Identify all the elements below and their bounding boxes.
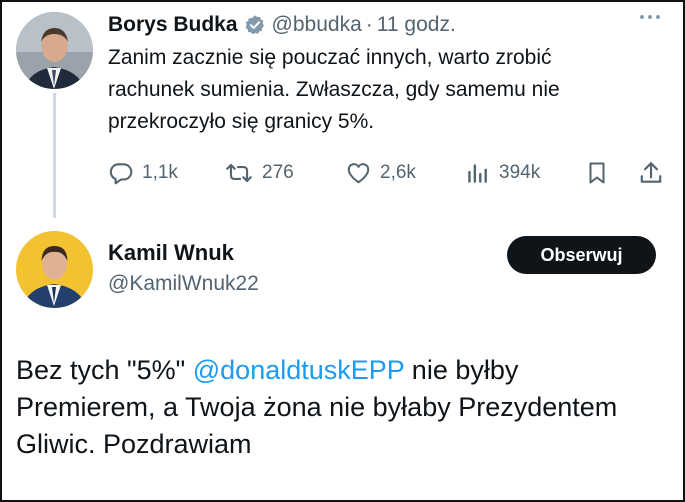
- follow-button[interactable]: Obserwuj: [507, 236, 656, 274]
- tweet2-text-before: Bez tych "5%": [16, 355, 193, 385]
- reply-icon: [108, 160, 134, 186]
- tweet1-text: Zanim zacznie się pouczać innych, warto …: [108, 46, 560, 133]
- separator-dot: ·: [365, 13, 373, 36]
- bookmark-button[interactable]: [585, 158, 609, 188]
- bookmark-icon: [585, 160, 609, 186]
- views-icon: [465, 160, 491, 186]
- verified-badge-icon: [244, 14, 266, 36]
- author-name[interactable]: Borys Budka: [108, 13, 238, 37]
- share-icon: [638, 160, 664, 186]
- like-count: 2,6k: [380, 162, 416, 183]
- like-icon: [345, 160, 372, 186]
- views-button[interactable]: 394k: [465, 158, 540, 188]
- tweet-timestamp[interactable]: 11 godz.: [377, 13, 456, 37]
- thread-connector-line: [53, 93, 56, 218]
- author-name[interactable]: Kamil Wnuk: [108, 240, 234, 266]
- retweet-button[interactable]: 276: [224, 158, 294, 188]
- reply-button[interactable]: 1,1k: [108, 158, 178, 188]
- reply-count: 1,1k: [142, 162, 178, 183]
- share-button[interactable]: [638, 158, 664, 188]
- tweet1-header: Borys Budka @bbudka · 11 godz.: [108, 11, 456, 39]
- views-count: 394k: [499, 162, 541, 183]
- mention-link[interactable]: @donaldtuskEPP: [193, 355, 405, 385]
- like-button[interactable]: 2,6k: [345, 158, 416, 188]
- retweet-count: 276: [262, 162, 294, 183]
- avatar-borys-budka[interactable]: [16, 12, 93, 89]
- avatar-kamil-wnuk[interactable]: [16, 231, 93, 308]
- author-handle[interactable]: @KamilWnuk22: [108, 272, 259, 296]
- more-icon[interactable]: [640, 15, 660, 19]
- author-handle[interactable]: @bbudka: [272, 13, 362, 37]
- retweet-icon: [224, 160, 254, 186]
- tweet2-text: Bez tych "5%" @donaldtuskEPP nie byłby P…: [16, 352, 656, 463]
- tweet1-action-bar: 1,1k 276 2,6k 394k: [108, 158, 668, 188]
